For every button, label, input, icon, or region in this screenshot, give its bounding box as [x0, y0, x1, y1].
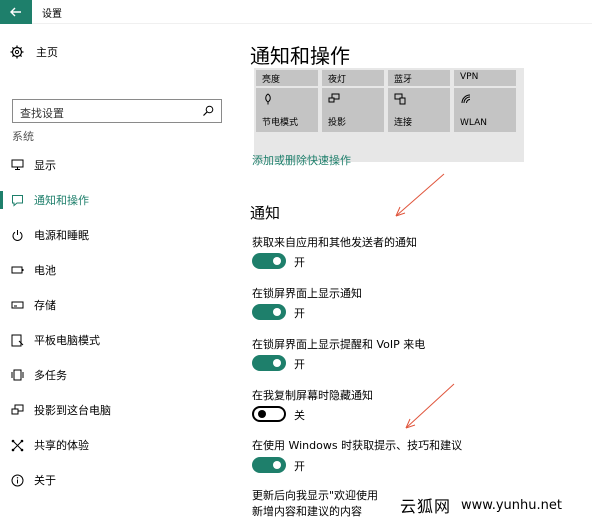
- add-remove-quick-actions-link[interactable]: 添加或删除快速操作: [252, 152, 351, 168]
- info-icon: [10, 473, 24, 487]
- sidebar-item-display[interactable]: 显示: [0, 152, 240, 178]
- toggle-knob: [273, 257, 281, 265]
- toggle-knob: [258, 410, 266, 418]
- sidebar-item-label: 关于: [34, 474, 56, 487]
- toggle-state-label: 开: [294, 358, 305, 371]
- wifi-icon: [461, 94, 471, 104]
- annotation-arrow: [405, 383, 455, 429]
- quick-action-vpn[interactable]: VPN: [454, 70, 516, 86]
- project-icon: [328, 93, 340, 103]
- multitask-icon: [10, 368, 24, 382]
- setting-label: 获取来自应用和其他发送者的通知: [252, 236, 417, 249]
- quick-action-battery-saver[interactable]: 节电模式: [256, 88, 318, 132]
- toggle-knob: [273, 359, 281, 367]
- sidebar-item-label: 显示: [34, 159, 56, 172]
- window-title: 设置: [42, 9, 62, 20]
- toggle-knob: [273, 308, 281, 316]
- sidebar-item-label: 存储: [34, 299, 56, 312]
- sidebar-item-notifications[interactable]: 通知和操作: [0, 187, 240, 213]
- watermark: 云狐网 www.yunhu.net: [392, 487, 592, 523]
- sidebar-item-storage[interactable]: 存储: [0, 292, 240, 318]
- sidebar-item-project[interactable]: 投影到这台电脑: [0, 397, 240, 423]
- storage-icon: [10, 298, 24, 312]
- project-icon: [10, 403, 24, 417]
- quick-action-wlan[interactable]: WLAN: [454, 88, 516, 132]
- toggle-state-label: 关: [294, 409, 305, 422]
- sidebar-item-label: 电源和睡眠: [34, 229, 89, 242]
- sidebar-item-about[interactable]: 关于: [0, 467, 240, 493]
- setting-label: 在锁屏界面上显示通知: [252, 287, 362, 300]
- sidebar-item-label: 通知和操作: [34, 194, 89, 207]
- sidebar-item-label: 投影到这台电脑: [34, 404, 111, 417]
- sidebar-item-shared-experiences[interactable]: 共享的体验: [0, 432, 240, 458]
- sidebar-item-label: 电池: [34, 264, 56, 277]
- connect-icon: [394, 93, 406, 105]
- quick-action-night-light[interactable]: 夜灯: [322, 70, 384, 86]
- battery-icon: [10, 263, 24, 277]
- monitor-icon: [10, 158, 24, 172]
- hide-when-duplicating-toggle[interactable]: [252, 406, 286, 422]
- quick-actions-grid: 亮度 夜灯 蓝牙 VPN 节电模式 投影 连接 WLAN: [256, 70, 520, 134]
- app-notifications-toggle[interactable]: [252, 253, 286, 269]
- setting-label: 在我复制屏幕时隐藏通知: [252, 389, 373, 402]
- setting-label: 在锁屏界面上显示提醒和 VoIP 来电: [252, 338, 426, 351]
- page-title: 通知和操作: [250, 44, 350, 68]
- share-icon: [10, 438, 24, 452]
- notification-icon: [10, 193, 24, 207]
- quick-action-bluetooth[interactable]: 蓝牙: [388, 70, 450, 86]
- power-icon: [10, 228, 24, 242]
- sidebar-item-label: 平板电脑模式: [34, 334, 100, 347]
- search-icon: [203, 105, 214, 116]
- gear-icon: [10, 45, 24, 59]
- notifications-section-title: 通知: [250, 204, 281, 222]
- watermark-logo: 云狐网: [400, 497, 452, 516]
- toggle-knob: [273, 461, 281, 469]
- title-bar: 设置: [0, 0, 592, 24]
- lock-screen-reminders-toggle[interactable]: [252, 355, 286, 371]
- search-box[interactable]: 查找设置: [12, 99, 222, 123]
- quick-action-connect[interactable]: 连接: [388, 88, 450, 132]
- tablet-icon: [10, 333, 24, 347]
- toggle-state-label: 开: [294, 460, 305, 473]
- main-content: 通知和操作 亮度 夜灯 蓝牙 VPN 节电模式 投影 连接 WLAN 添加或删除…: [250, 24, 592, 523]
- search-input[interactable]: 查找设置: [20, 105, 64, 121]
- sidebar: 主页 查找设置 系统 显示 通知和操作 电源和睡眠 电池 存储 平板电脑模式 多…: [0, 24, 240, 523]
- home-label: 主页: [36, 46, 58, 59]
- toggle-state-label: 开: [294, 307, 305, 320]
- home-link[interactable]: 主页: [10, 44, 58, 60]
- tips-tricks-toggle[interactable]: [252, 457, 286, 473]
- leaf-icon: [265, 93, 271, 105]
- sidebar-item-power[interactable]: 电源和睡眠: [0, 222, 240, 248]
- section-label-system: 系统: [12, 130, 34, 143]
- annotation-arrow: [395, 173, 445, 217]
- sidebar-item-label: 共享的体验: [34, 439, 89, 452]
- sidebar-item-multitask[interactable]: 多任务: [0, 362, 240, 388]
- sidebar-item-tablet[interactable]: 平板电脑模式: [0, 327, 240, 353]
- setting-label: 在使用 Windows 时获取提示、技巧和建议: [252, 439, 463, 452]
- watermark-url: www.yunhu.net: [461, 497, 562, 513]
- toggle-state-label: 开: [294, 256, 305, 269]
- quick-action-project[interactable]: 投影: [322, 88, 384, 132]
- quick-action-brightness[interactable]: 亮度: [256, 70, 318, 86]
- back-button[interactable]: [0, 0, 32, 24]
- back-arrow-icon: [10, 7, 21, 17]
- lock-screen-notifications-toggle[interactable]: [252, 304, 286, 320]
- sidebar-item-battery[interactable]: 电池: [0, 257, 240, 283]
- sidebar-item-label: 多任务: [34, 369, 67, 382]
